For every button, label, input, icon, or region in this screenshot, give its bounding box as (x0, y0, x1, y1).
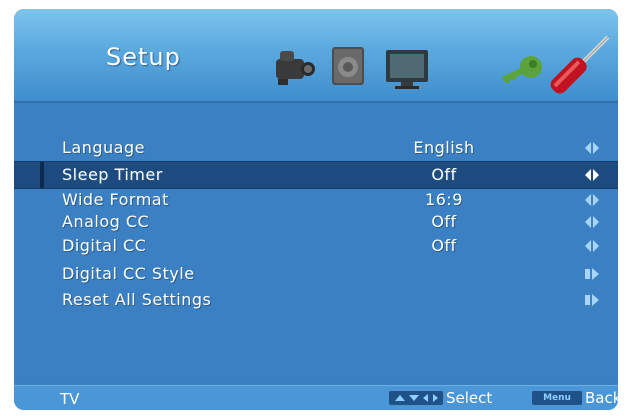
menu-item-analog-cc[interactable]: Analog CC Off (14, 209, 618, 235)
monitor-tab-icon[interactable] (383, 47, 433, 91)
menu-item-sleep-timer[interactable]: Sleep Timer Off (14, 161, 618, 189)
menu-item-label: Analog CC (62, 212, 150, 231)
menu-key-icon: Menu (532, 391, 582, 405)
source-label: TV (60, 390, 80, 408)
menu-item-reset-all-settings[interactable]: Reset All Settings (14, 287, 618, 313)
right-arrow-icon[interactable] (584, 267, 600, 281)
left-right-arrow-icon[interactable] (584, 141, 600, 155)
menu-item-label: Sleep Timer (62, 165, 163, 184)
menu-item-label: Language (62, 138, 145, 157)
camera-tab-icon[interactable] (270, 43, 316, 89)
menu-item-label: Reset All Settings (62, 290, 212, 309)
menu-item-value: English (413, 138, 475, 157)
menu-item-digital-cc[interactable]: Digital CC Off (14, 233, 618, 259)
left-right-arrow-icon[interactable] (584, 168, 600, 182)
footer-bar: TV Select Menu Back (14, 385, 618, 410)
key-tab-icon[interactable] (500, 49, 548, 89)
page-title: Setup (106, 43, 181, 71)
menu-item-value: 16:9 (425, 190, 463, 209)
menu-item-language[interactable]: Language English (14, 135, 618, 161)
menu-item-label: Digital CC (62, 236, 147, 255)
screwdriver-tab-icon[interactable] (546, 33, 612, 99)
menu-item-value: Off (431, 212, 457, 231)
left-right-arrow-icon[interactable] (584, 193, 600, 207)
menu-item-label: Digital CC Style (62, 264, 195, 283)
setup-menu-window: Setup Language English Sleep Timer Off W… (14, 9, 618, 410)
speaker-tab-icon[interactable] (326, 43, 372, 89)
left-right-arrow-icon[interactable] (584, 215, 600, 229)
menu-item-digital-cc-style[interactable]: Digital CC Style (14, 261, 618, 287)
menu-item-value: Off (431, 165, 457, 184)
menu-item-value: Off (431, 236, 457, 255)
navigation-arrows-icon (389, 391, 443, 405)
back-hint: Back (585, 389, 618, 407)
menu-header: Setup (14, 9, 618, 103)
selection-marker (40, 162, 44, 188)
select-hint: Select (446, 389, 493, 407)
left-right-arrow-icon[interactable] (584, 239, 600, 253)
menu-item-label: Wide Format (62, 190, 169, 209)
right-arrow-icon[interactable] (584, 293, 600, 307)
settings-menu: Language English Sleep Timer Off Wide Fo… (14, 103, 618, 383)
